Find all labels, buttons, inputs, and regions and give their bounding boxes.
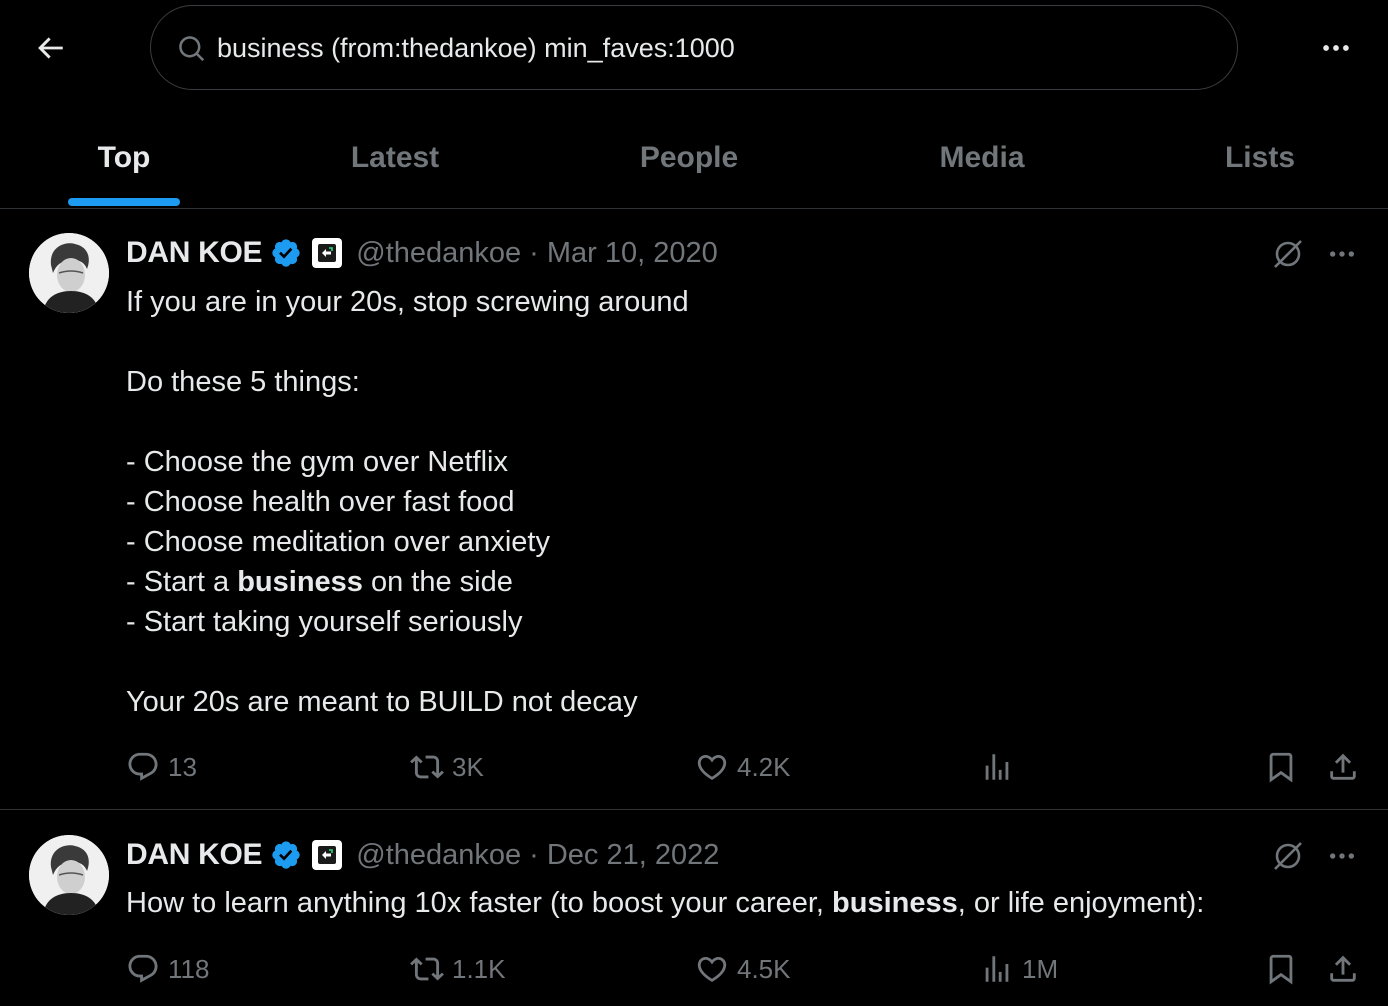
repost-icon	[410, 755, 444, 779]
tweet-line: - Choose health over fast food	[126, 486, 515, 518]
affiliate-badge-icon[interactable]	[312, 840, 343, 870]
tab-latest[interactable]: Latest	[330, 108, 460, 208]
like-count: 4.2K	[737, 751, 791, 782]
text-segment: , or life enjoyment):	[957, 887, 1205, 919]
reply-count: 118	[168, 953, 210, 984]
reply-button[interactable]: 13	[126, 745, 197, 789]
tweet-line: - Start a business on the side	[126, 562, 1326, 602]
affiliate-badge-icon[interactable]	[312, 238, 343, 268]
text-segment: How to learn anything 10x faster (to boo…	[126, 887, 833, 919]
grok-icon	[1274, 842, 1302, 870]
verified-badge-icon	[272, 841, 300, 869]
grok-icon	[1274, 240, 1302, 268]
search-box[interactable]	[150, 5, 1238, 90]
tweet-actions: 13 3K 4.2K	[0, 745, 1388, 789]
tweet-text: If you are in your 20s, stop screwing ar…	[126, 282, 1326, 722]
highlighted-keyword: business	[832, 887, 958, 919]
tab-lists[interactable]: Lists	[1210, 108, 1310, 208]
top-bar	[0, 0, 1388, 96]
more-icon	[1330, 853, 1354, 859]
more-icon	[1323, 45, 1349, 51]
text-segment: on the side	[362, 566, 513, 598]
views-icon	[985, 956, 1009, 982]
grok-button[interactable]	[1268, 234, 1308, 274]
share-button[interactable]	[1326, 947, 1360, 991]
reply-icon	[128, 752, 158, 781]
repost-count: 3K	[452, 751, 484, 782]
active-tab-indicator	[68, 198, 180, 206]
tweet-line: - Start taking yourself seriously	[126, 606, 523, 638]
views-button[interactable]	[980, 745, 1014, 789]
author-handle[interactable]: @thedankoe	[356, 237, 521, 270]
avatar[interactable]	[29, 233, 109, 313]
tweet-header: DAN KOE @thedankoe · Mar 10, 2020	[126, 231, 718, 275]
tweet-line: How to learn anything 10x faster (to boo…	[126, 883, 1326, 923]
verified-badge-icon	[272, 239, 300, 267]
tweet-actions: 118 1.1K 4.5K 1M	[0, 947, 1388, 991]
like-icon	[697, 754, 727, 780]
reply-button[interactable]: 118	[126, 947, 209, 991]
bookmark-icon	[1269, 752, 1293, 783]
share-icon	[1330, 753, 1356, 780]
author-name[interactable]: DAN KOE	[126, 236, 263, 270]
repost-count: 1.1K	[452, 953, 506, 984]
bookmark-button[interactable]	[1264, 947, 1298, 991]
author-name[interactable]: DAN KOE	[126, 838, 263, 872]
avatar[interactable]	[29, 835, 109, 915]
grok-button[interactable]	[1268, 836, 1308, 876]
search-icon	[179, 36, 205, 62]
like-button[interactable]: 4.2K	[695, 745, 791, 789]
highlighted-keyword: business	[237, 566, 363, 598]
views-button[interactable]: 1M	[980, 947, 1058, 991]
tweet-line: - Choose meditation over anxiety	[126, 526, 550, 558]
tweet[interactable]: DAN KOE @thedankoe · Mar 10, 2020 If you…	[0, 209, 1388, 810]
tweet-more-button[interactable]	[1322, 836, 1362, 876]
tweet-header: DAN KOE @thedankoe · Dec 21, 2022	[126, 833, 719, 877]
tweet[interactable]: DAN KOE @thedankoe · Dec 21, 2022 How to…	[0, 810, 1388, 1006]
tab-top[interactable]: Top	[68, 108, 180, 208]
tweet-text: How to learn anything 10x faster (to boo…	[126, 883, 1326, 923]
reply-icon	[128, 954, 158, 983]
text-segment: - Start a	[126, 566, 238, 598]
share-icon	[1330, 955, 1356, 982]
separator: ·	[529, 838, 539, 871]
back-button[interactable]	[28, 26, 72, 70]
tab-media[interactable]: Media	[920, 108, 1044, 208]
repost-button[interactable]: 1.1K	[410, 947, 506, 991]
more-options-button[interactable]	[1314, 28, 1358, 68]
share-button[interactable]	[1326, 745, 1360, 789]
search-tabs: Top Latest People Media Lists	[0, 108, 1388, 209]
more-icon	[1330, 251, 1354, 257]
like-count: 4.5K	[737, 953, 791, 984]
repost-button[interactable]: 3K	[410, 745, 484, 789]
views-icon	[985, 754, 1009, 780]
tweet-date[interactable]: Mar 10, 2020	[547, 237, 718, 270]
reply-count: 13	[168, 751, 197, 782]
bookmark-button[interactable]	[1264, 745, 1298, 789]
tweet-line: Your 20s are meant to BUILD not decay	[126, 686, 638, 718]
repost-icon	[410, 957, 444, 981]
bookmark-icon	[1269, 954, 1293, 985]
tweet-line: Do these 5 things:	[126, 366, 360, 398]
tweet-line: If you are in your 20s, stop screwing ar…	[126, 286, 689, 318]
back-arrow-icon	[38, 37, 63, 59]
search-input[interactable]	[217, 26, 1207, 70]
tweet-date[interactable]: Dec 21, 2022	[547, 839, 720, 872]
separator: ·	[529, 236, 539, 269]
views-count: 1M	[1022, 953, 1059, 984]
like-button[interactable]: 4.5K	[695, 947, 791, 991]
like-icon	[697, 956, 727, 982]
tweet-more-button[interactable]	[1322, 234, 1362, 274]
author-handle[interactable]: @thedankoe	[356, 839, 521, 872]
tweet-line: - Choose the gym over Netflix	[126, 446, 508, 478]
tab-people[interactable]: People	[620, 108, 758, 208]
